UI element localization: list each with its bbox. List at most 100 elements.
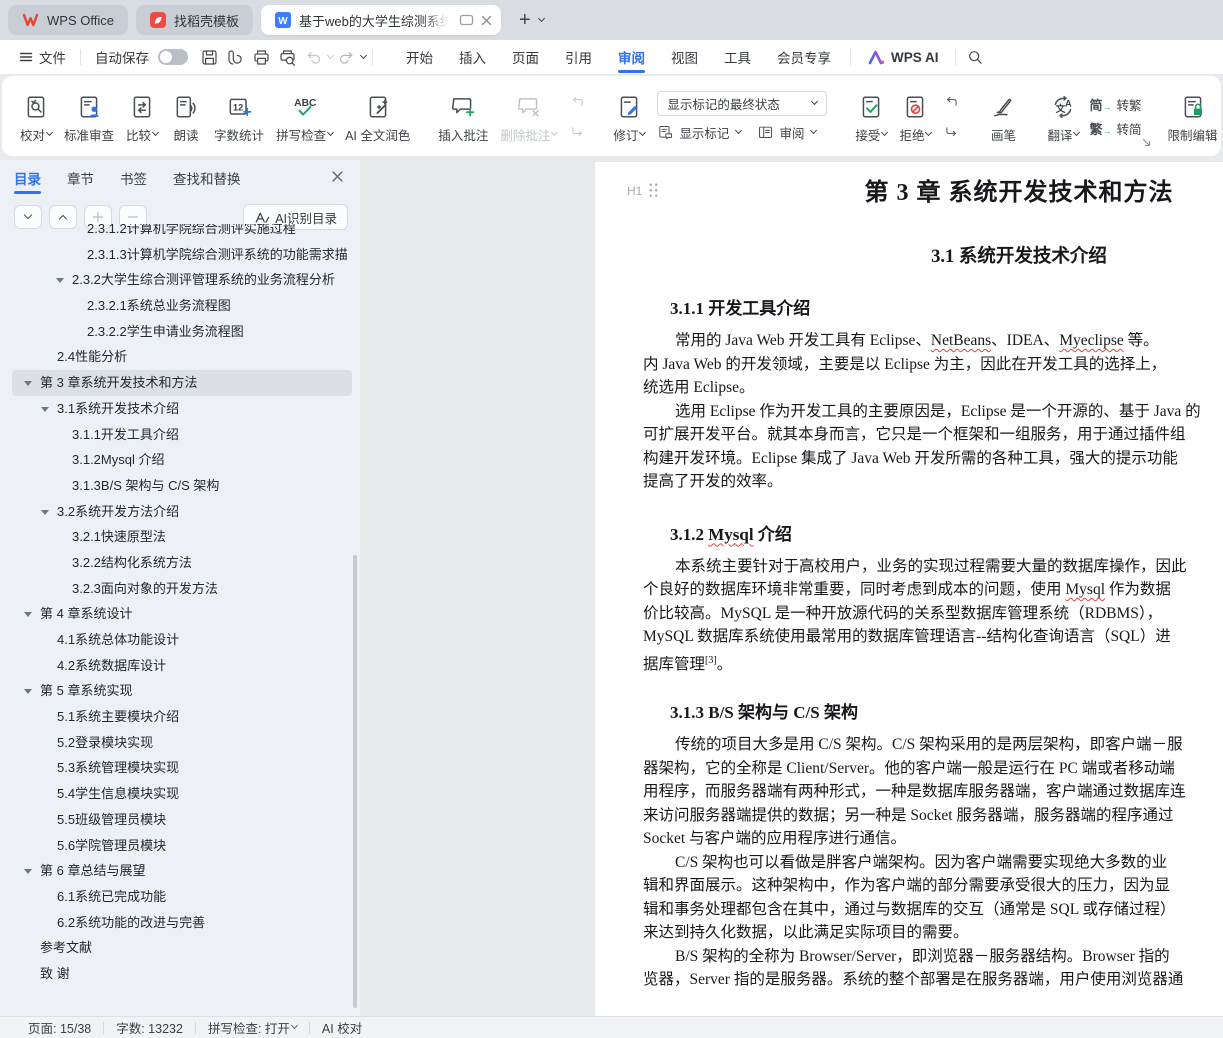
collapse-arrow-icon[interactable] xyxy=(56,278,64,284)
ribbon-button-拼写检查[interactable]: ABC 拼写检查 xyxy=(270,88,339,144)
ribbon-button-翻译[interactable]: 文 A 翻译 xyxy=(1041,88,1085,144)
ribbon-button-插入批注[interactable]: 插入批注 xyxy=(432,88,494,144)
file-menu[interactable]: 文件 xyxy=(10,47,74,67)
ribbon-button-AI 全文润色[interactable]: AI 全文润色 xyxy=(339,88,416,144)
wps-ai-button[interactable]: WPS AI xyxy=(857,49,949,66)
collapse-arrow-icon[interactable] xyxy=(24,869,32,875)
toc-item[interactable]: 2.3.2.2学生申请业务流程图 xyxy=(12,319,352,345)
menu-tab-引用[interactable]: 引用 xyxy=(552,40,605,74)
open-in-window-icon[interactable] xyxy=(459,13,474,27)
document-page[interactable]: H1 第 3 章 系统开发技术和方法 3.1 系统开发技术介绍 3.1.1 开发工… xyxy=(595,162,1223,1016)
toc-item[interactable]: 3.2.2结构化系统方法 xyxy=(12,550,352,576)
toc-item[interactable]: 5.6学院管理员模块 xyxy=(12,833,352,859)
toc-item[interactable]: 2.4性能分析 xyxy=(12,344,352,370)
menu-tab-页面[interactable]: 页面 xyxy=(499,40,552,74)
collapse-arrow-icon[interactable] xyxy=(41,406,49,412)
spellcheck-status[interactable]: 拼写检查: 打开 xyxy=(196,1018,309,1037)
tab-list-chevron-icon[interactable] xyxy=(537,14,545,22)
menu-tab-开始[interactable]: 开始 xyxy=(393,40,446,74)
toc-item[interactable]: 5.4学生信息模块实现 xyxy=(12,781,352,807)
collapse-arrow-icon[interactable] xyxy=(41,509,49,515)
toc-item[interactable]: 第 6 章总结与展望 xyxy=(12,858,352,884)
ai-proofread-button[interactable]: AI 校对 xyxy=(310,1018,374,1037)
previous-change-button[interactable] xyxy=(941,94,961,112)
sidebar-tab-章节[interactable]: 章节 xyxy=(67,160,94,196)
ribbon-button-限制编辑[interactable]: 限制编辑 xyxy=(1162,88,1222,144)
read-icon xyxy=(173,94,199,120)
ribbon-button-朗读[interactable]: 朗读 xyxy=(164,88,208,144)
toc-item[interactable]: 5.1系统主要模块介绍 xyxy=(12,704,352,730)
autosave-toggle[interactable] xyxy=(158,49,188,65)
toc-item[interactable]: 3.1.2Mysql 介绍 xyxy=(12,447,352,473)
ribbon-button-修订[interactable]: 修订 xyxy=(607,88,651,144)
close-tab-icon[interactable] xyxy=(480,14,493,27)
toc-item[interactable]: 2.3.1.2计算机学院综合测评实施过程 xyxy=(12,224,352,242)
redo-chevron-icon[interactable] xyxy=(359,51,368,59)
ribbon-button-标准审查[interactable]: 标准审查 xyxy=(58,88,120,144)
dialog-launcher-icon[interactable] xyxy=(1142,138,1152,148)
toc-item[interactable]: 3.1.1开发工具介绍 xyxy=(12,422,352,448)
toc-item[interactable]: 3.1系统开发技术介绍 xyxy=(12,396,352,422)
toc-item[interactable]: 参考文献 xyxy=(12,935,352,961)
display-state-select[interactable]: 显示标记的最终状态 xyxy=(657,90,828,116)
collapse-arrow-icon[interactable] xyxy=(24,381,32,387)
toc-item[interactable]: 5.5班级管理员模块 xyxy=(12,807,352,833)
toc-item[interactable]: 5.3系统管理模块实现 xyxy=(12,755,352,781)
toc-item[interactable]: 致 谢 xyxy=(12,961,352,987)
tab-wps-office[interactable]: WPS Office xyxy=(8,5,128,35)
sidebar-scrollbar[interactable] xyxy=(353,555,357,1008)
ribbon-button-字数统计[interactable]: 12 字数统计 xyxy=(208,88,270,144)
drag-handle-icon[interactable] xyxy=(648,182,660,199)
toc-item[interactable]: 第 3 章系统开发技术和方法 xyxy=(12,370,352,396)
toc-item[interactable]: 3.2系统开发方法介绍 xyxy=(12,499,352,525)
menu-tab-工具[interactable]: 工具 xyxy=(711,40,764,74)
toc-item[interactable]: 第 4 章系统设计 xyxy=(12,601,352,627)
autosave-control[interactable]: 自动保存 xyxy=(87,47,196,67)
toc-item[interactable]: 2.3.2大学生综合测评管理系统的业务流程分析 xyxy=(12,267,352,293)
sidebar-tab-目录[interactable]: 目录 xyxy=(14,160,41,196)
ribbon-button-删除批注[interactable]: 删除批注 xyxy=(494,88,563,144)
toc-item[interactable]: 第 5 章系统实现 xyxy=(12,678,352,704)
output-pdf-button[interactable] xyxy=(222,44,248,70)
toc-item[interactable]: 6.1系统已完成功能 xyxy=(12,884,352,910)
new-tab-button[interactable]: + xyxy=(519,10,531,30)
tab-docer-templates[interactable]: 找稻壳模板 xyxy=(135,5,253,35)
search-icon[interactable] xyxy=(962,44,988,70)
ribbon-button-画笔[interactable]: 画笔 xyxy=(981,88,1025,144)
menu-tab-审阅[interactable]: 审阅 xyxy=(605,40,658,74)
toc-item[interactable]: 6.2系统功能的改进与完善 xyxy=(12,910,352,936)
print-preview-button[interactable] xyxy=(274,44,300,70)
menu-tab-会员专享[interactable]: 会员专享 xyxy=(764,40,844,74)
sidebar-tab-书签[interactable]: 书签 xyxy=(120,160,147,196)
toc-item[interactable]: 5.2登录模块实现 xyxy=(12,730,352,756)
close-sidebar-icon[interactable] xyxy=(331,170,344,183)
toc-item[interactable]: 4.1系统总体功能设计 xyxy=(12,627,352,653)
undo-button[interactable] xyxy=(300,44,326,70)
next-comment-button[interactable] xyxy=(567,120,587,138)
ribbon-button-审阅[interactable]: 审阅 xyxy=(757,123,818,142)
toc-item[interactable]: 4.2系统数据库设计 xyxy=(12,653,352,679)
ribbon-button-转繁[interactable]: 简→ 转繁 xyxy=(1089,95,1141,114)
collapse-arrow-icon[interactable] xyxy=(24,689,32,695)
ribbon-button-拒绝[interactable]: 拒绝 xyxy=(893,88,937,144)
previous-comment-button[interactable] xyxy=(567,94,587,112)
ribbon-button-校对[interactable]: 校对 xyxy=(14,88,58,144)
ribbon-button-接受[interactable]: 接受 xyxy=(849,88,893,144)
toc-item[interactable]: 3.2.1快速原型法 xyxy=(12,524,352,550)
next-change-button[interactable] xyxy=(941,120,961,138)
ribbon-button-转简[interactable]: 繁→ 转简 xyxy=(1089,119,1141,138)
collapse-arrow-icon[interactable] xyxy=(24,612,32,618)
save-button[interactable] xyxy=(196,44,222,70)
toc-item[interactable]: 3.2.3面向对象的开发方法 xyxy=(12,576,352,602)
ribbon-button-显示标记[interactable]: 显示标记 xyxy=(657,123,743,142)
print-button[interactable] xyxy=(248,44,274,70)
ribbon-button-比较[interactable]: 比较 xyxy=(120,88,164,144)
sidebar-tab-查找和替换[interactable]: 查找和替换 xyxy=(173,160,241,196)
toc-item[interactable]: 2.3.1.3计算机学院综合测评系统的功能需求描 ... xyxy=(12,242,352,268)
menu-tab-视图[interactable]: 视图 xyxy=(658,40,711,74)
tab-current-document[interactable]: W 基于web的大学生综测系统设 xyxy=(260,5,501,35)
menu-tab-插入[interactable]: 插入 xyxy=(446,40,499,74)
toc-item[interactable]: 2.3.2.1系统总业务流程图 xyxy=(12,293,352,319)
redo-button[interactable] xyxy=(333,44,359,70)
toc-item[interactable]: 3.1.3B/S 架构与 C/S 架构 xyxy=(12,473,352,499)
